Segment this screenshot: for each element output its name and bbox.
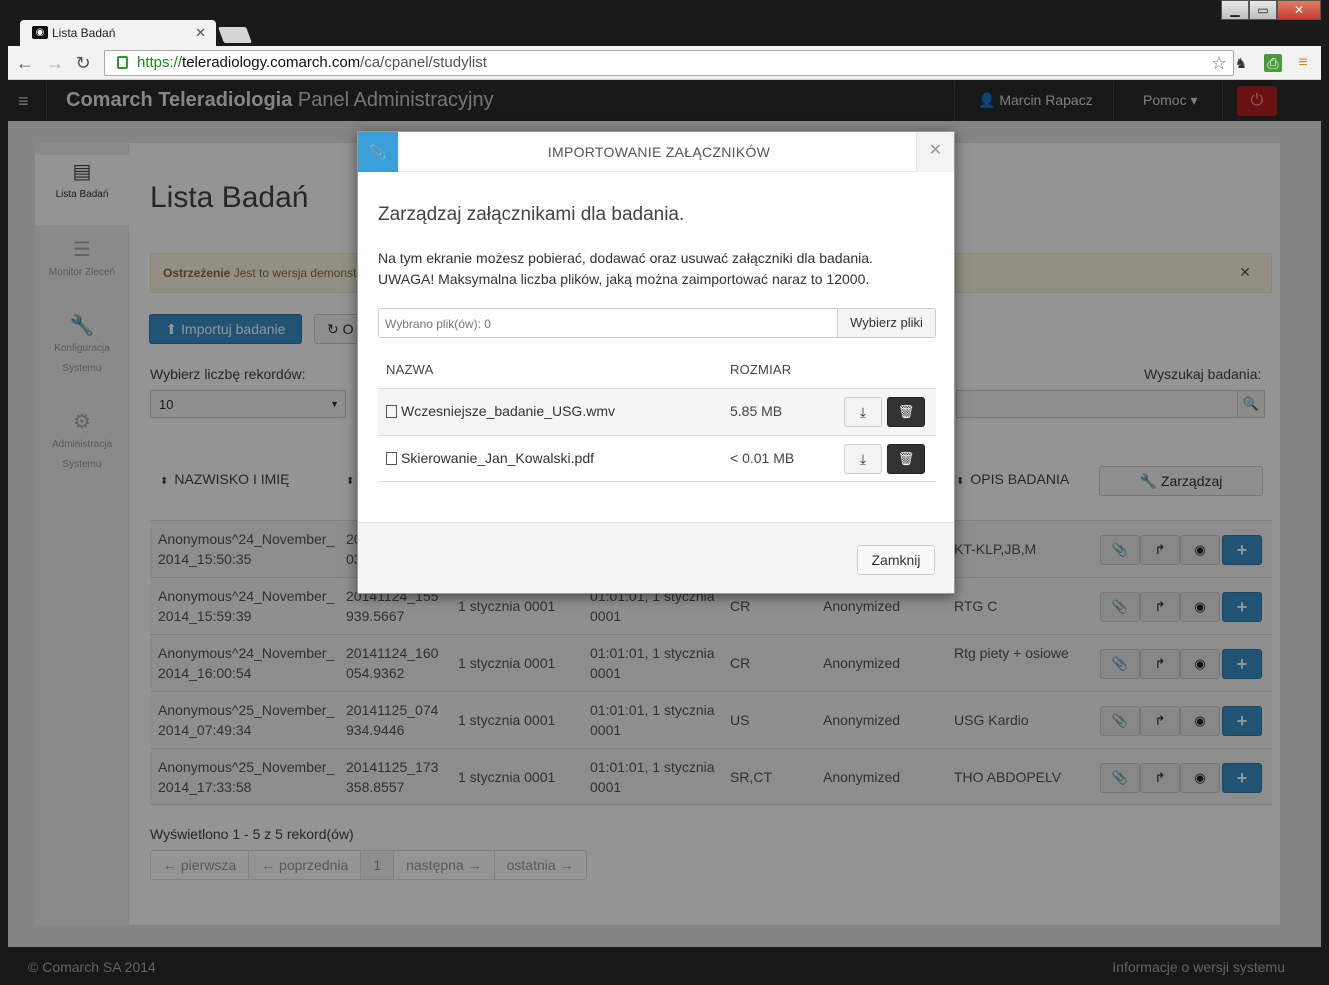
file-icon bbox=[386, 405, 397, 418]
modal-desc-line: UWAGA! Maksymalna liczba plików, jaką mo… bbox=[378, 271, 870, 287]
url-host: teleradiology.comarch.com bbox=[182, 54, 361, 71]
attachment-size: < 0.01 MB bbox=[730, 450, 795, 466]
lock-icon bbox=[117, 56, 128, 69]
attachment-name: Skierowanie_Jan_Kowalski.pdf bbox=[386, 450, 594, 466]
maximize-button[interactable]: ▭ bbox=[1249, 0, 1277, 20]
tab-close-icon[interactable]: ✕ bbox=[195, 25, 206, 41]
attachment-row: Skierowanie_Jan_Kowalski.pdf < 0.01 MB ⤓… bbox=[378, 435, 936, 482]
attachment-name-text: Skierowanie_Jan_Kowalski.pdf bbox=[401, 450, 594, 466]
delete-button[interactable]: 🗑 bbox=[887, 397, 925, 427]
url-scheme: https:// bbox=[137, 54, 183, 71]
browser-toolbar: ← → ↻ https://teleradiology.comarch.com/… bbox=[8, 46, 1321, 80]
forward-button[interactable]: → bbox=[44, 52, 66, 74]
close-button[interactable]: Zamknij bbox=[857, 545, 935, 575]
reload-button[interactable]: ↻ bbox=[72, 52, 94, 74]
selected-files-field[interactable]: Wybrano plik(ów): 0 bbox=[378, 308, 838, 338]
modal-title: IMPORTOWANIE ZAŁĄCZNIKÓW bbox=[547, 144, 771, 160]
column-header-file-name: NAZWA bbox=[386, 362, 434, 377]
modal-desc-line: Na tym ekranie możesz pobierać, dodawać … bbox=[378, 250, 873, 266]
trash-icon: 🗑 bbox=[897, 451, 915, 466]
attachment-size: 5.85 MB bbox=[730, 403, 783, 419]
address-bar[interactable]: https://teleradiology.comarch.com/ca/cpa… bbox=[104, 50, 1234, 76]
menu-icon[interactable]: ≡ bbox=[1294, 54, 1312, 72]
window-close-button[interactable]: ✕ bbox=[1277, 0, 1321, 20]
minimize-button[interactable]: ▁ bbox=[1221, 0, 1249, 20]
attachment-name: Wczesniejsze_badanie_USG.wmv bbox=[386, 403, 615, 419]
modal-header: 📎 IMPORTOWANIE ZAŁĄCZNIKÓW ✕ bbox=[358, 132, 954, 172]
extension-icon[interactable]: ♞ bbox=[1232, 54, 1250, 72]
url-path: /ca/cpanel/studylist bbox=[360, 54, 487, 71]
trash-icon: 🗑 bbox=[897, 404, 915, 419]
browser-window: ◉ Lista Badań ✕ ▁ ▭ ✕ ← → ↻ https://tele… bbox=[0, 0, 1329, 985]
delete-button[interactable]: 🗑 bbox=[887, 444, 925, 474]
bookmark-star-icon[interactable]: ☆ bbox=[1211, 51, 1227, 75]
tab-strip: ◉ Lista Badań ✕ ▁ ▭ ✕ bbox=[8, 0, 1321, 46]
attachments-modal: 📎 IMPORTOWANIE ZAŁĄCZNIKÓW ✕ Zarządzaj z… bbox=[357, 131, 955, 594]
paperclip-icon: 📎 bbox=[358, 132, 398, 172]
back-button[interactable]: ← bbox=[14, 52, 36, 74]
modal-footer: Zamknij bbox=[358, 522, 954, 593]
tab-title: Lista Badań bbox=[52, 26, 116, 40]
favicon-icon: ◉ bbox=[32, 26, 48, 39]
attachment-name-text: Wczesniejsze_badanie_USG.wmv bbox=[401, 403, 615, 419]
download-button[interactable]: ⤓ bbox=[844, 397, 882, 427]
column-header-file-size: ROZMIAR bbox=[730, 362, 792, 377]
new-tab-button[interactable] bbox=[218, 27, 252, 43]
modal-heading: Zarządzaj załącznikami dla badania. bbox=[378, 204, 685, 225]
download-icon: ⤓ bbox=[859, 404, 867, 420]
download-icon: ⤓ bbox=[859, 451, 867, 467]
attachment-row: Wczesniejsze_badanie_USG.wmv 5.85 MB ⤓ 🗑 bbox=[378, 388, 936, 435]
browser-tab[interactable]: ◉ Lista Badań ✕ bbox=[20, 20, 216, 46]
file-icon bbox=[386, 452, 397, 465]
modal-description: Na tym ekranie możesz pobierać, dodawać … bbox=[378, 248, 938, 290]
print-extension-icon[interactable]: ⎙ bbox=[1264, 54, 1282, 72]
application: ≡ Comarch Teleradiologia Panel Administr… bbox=[8, 81, 1321, 977]
modal-close-icon[interactable]: ✕ bbox=[916, 132, 954, 172]
choose-files-button[interactable]: Wybierz pliki bbox=[837, 308, 936, 338]
download-button[interactable]: ⤓ bbox=[844, 444, 882, 474]
